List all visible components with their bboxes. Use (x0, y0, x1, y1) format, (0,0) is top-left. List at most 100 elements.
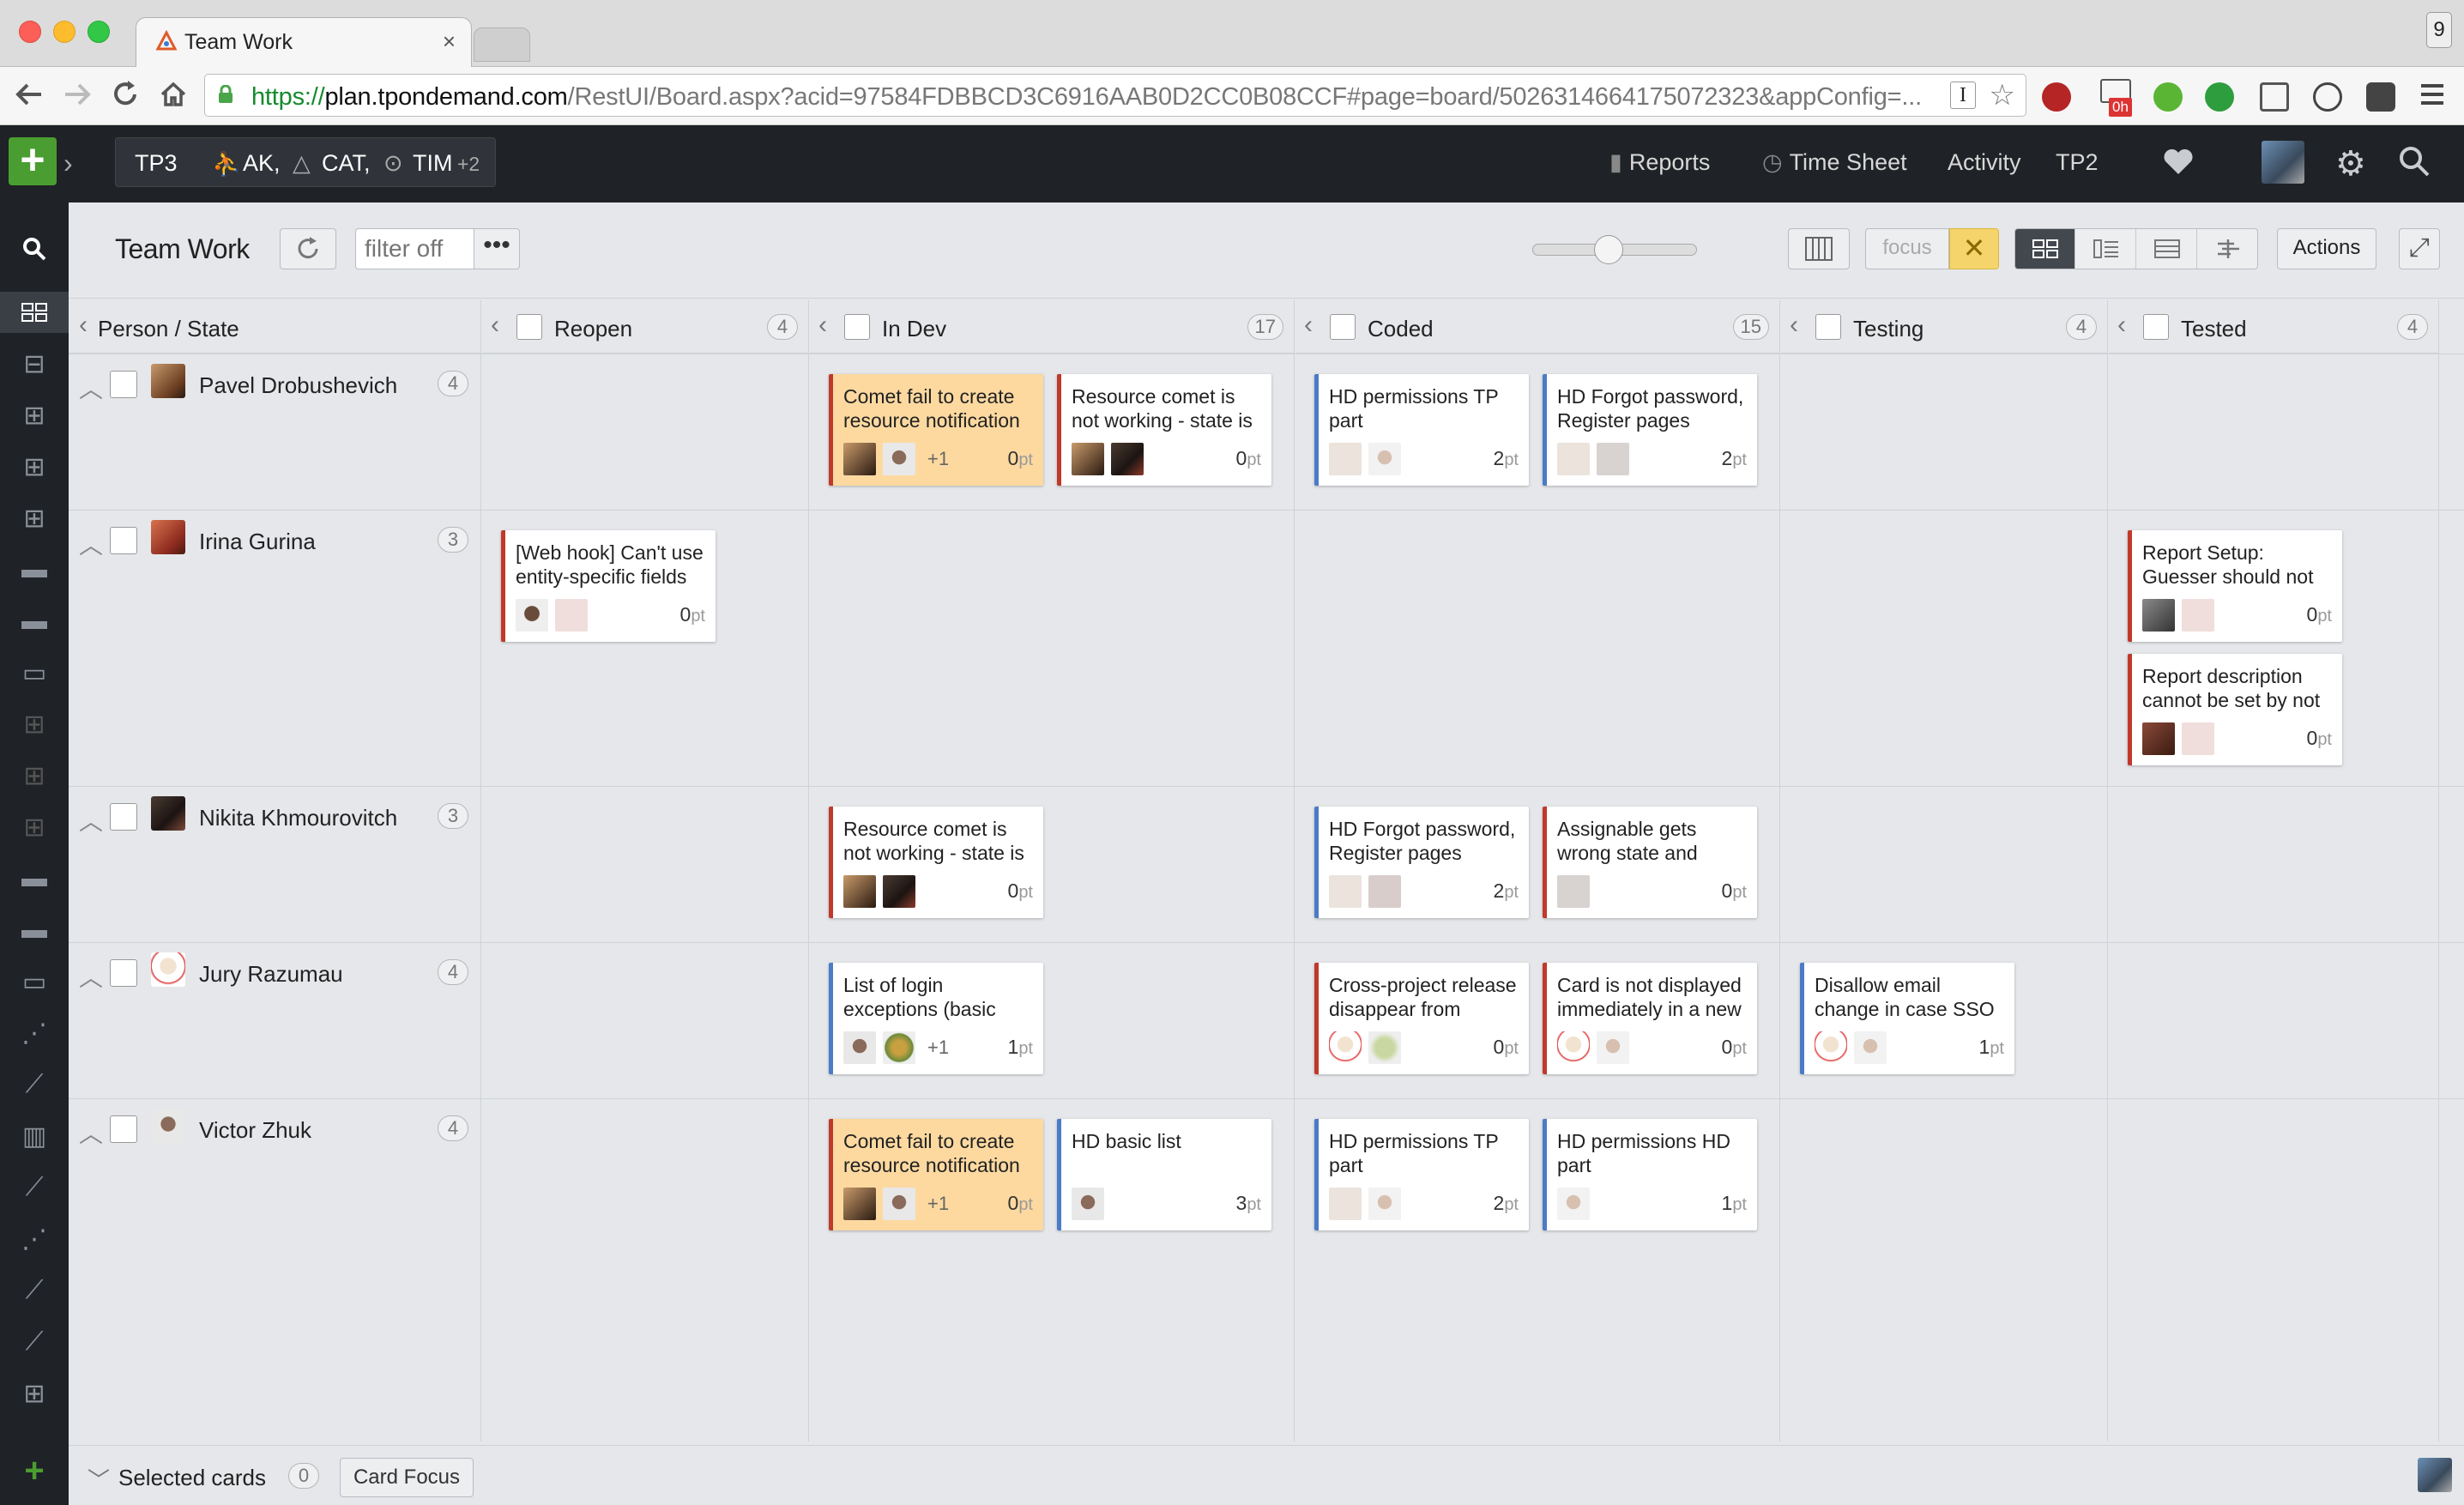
tab-close-icon[interactable]: × (443, 28, 456, 55)
settings-gear-icon[interactable]: ⚙ (2335, 144, 2366, 184)
row-select-checkbox[interactable] (110, 371, 137, 398)
board-view-icon[interactable] (0, 292, 69, 333)
collapse-row-icon[interactable]: ︿ (79, 803, 103, 837)
card[interactable]: Card is not displayed immediately in a n… (1543, 963, 1757, 1074)
column-select-checkbox[interactable] (844, 314, 870, 340)
row-select-checkbox[interactable] (110, 959, 137, 987)
card[interactable]: Resource comet is not working - state is… (829, 807, 1043, 918)
focus-button[interactable]: focus (1865, 228, 1949, 269)
nav-activity[interactable]: Activity (1948, 149, 2021, 176)
card[interactable]: Disallow email change in case SSO is 1pt (1800, 963, 2014, 1074)
card[interactable]: HD permissions TP part 2pt (1314, 374, 1529, 486)
column-header-coded[interactable]: ‹ Coded 15 (1295, 300, 1779, 354)
collapse-column-icon[interactable]: ‹ (491, 311, 499, 340)
card[interactable]: Comet fail to create resource notificati… (829, 1119, 1043, 1230)
folder-4-icon[interactable]: ▬ (14, 910, 55, 951)
hangouts-extension-icon[interactable] (2205, 82, 2234, 112)
folder-2-icon[interactable]: ▬ (14, 601, 55, 642)
row-select-checkbox[interactable] (110, 803, 137, 831)
row-select-checkbox[interactable] (110, 1115, 137, 1143)
collapse-row-icon[interactable]: ︿ (79, 527, 103, 561)
scatter-report-icon[interactable]: ⋰ (14, 1012, 55, 1054)
board-view-7-icon[interactable]: ⊞ (14, 1373, 55, 1414)
card[interactable]: Cross-project release disappear from 0pt (1314, 963, 1529, 1074)
clear-focus-button[interactable]: ✕ (1949, 228, 1999, 269)
refresh-button[interactable] (280, 228, 336, 269)
line-report-2-icon[interactable]: ⟋ (14, 1167, 55, 1208)
new-tab-button[interactable] (474, 27, 530, 62)
card[interactable]: [Web hook] Can't use entity-specific fie… (501, 530, 716, 642)
home-icon[interactable] (158, 77, 189, 112)
collapse-column-icon[interactable]: ‹ (2117, 311, 2126, 340)
folder-open-icon[interactable]: ▭ (14, 652, 55, 693)
column-header-in-dev[interactable]: ‹ In Dev 17 (810, 300, 1294, 354)
address-bar[interactable]: https://plan.tpondemand.com/RestUI/Board… (204, 74, 2026, 117)
column-select-checkbox[interactable] (516, 314, 542, 340)
board-view-2-icon[interactable]: ⊞ (14, 395, 55, 436)
folder-open-2-icon[interactable]: ▭ (14, 961, 55, 1002)
board-view-4-icon[interactable]: ⊞ (14, 704, 55, 745)
column-select-checkbox[interactable] (1330, 314, 1356, 340)
menu-icon[interactable] (2419, 79, 2445, 110)
card[interactable]: Comet fail to create resource notificati… (829, 374, 1043, 486)
row-select-checkbox[interactable] (110, 527, 137, 554)
board-view-3-icon[interactable]: ⊞ (14, 498, 55, 539)
expand-selection-icon[interactable]: ﹀ (88, 1463, 110, 1495)
detailed-list-mode-button[interactable] (2076, 229, 2136, 269)
zoom-window-button[interactable] (88, 21, 110, 43)
actions-button[interactable]: Actions (2277, 228, 2376, 269)
search-icon[interactable] (14, 228, 55, 269)
line-report-3-icon[interactable]: ⟋ (14, 1270, 55, 1311)
nav-tp2[interactable]: TP2 (2056, 149, 2099, 176)
card[interactable]: Assignable gets wrong state and 0pt (1543, 807, 1757, 918)
timeline-view-icon[interactable]: ⊟ (14, 343, 55, 384)
column-header-testing[interactable]: ‹ Testing 4 (1781, 300, 2107, 354)
timeline-mode-button[interactable] (2198, 229, 2257, 269)
fullscreen-icon[interactable]: ⤢ (2399, 228, 2440, 269)
collapse-column-icon[interactable]: ‹ (1790, 311, 1798, 340)
collapse-column-icon[interactable]: ‹ (818, 311, 827, 340)
expand-sidebar-icon[interactable]: › (63, 148, 73, 179)
favorites-heart-icon[interactable] (2162, 146, 2195, 177)
folder-3-icon[interactable]: ▬ (14, 858, 55, 899)
column-select-checkbox[interactable] (2143, 314, 2169, 340)
reload-icon[interactable] (110, 77, 141, 112)
minimize-window-button[interactable] (53, 21, 75, 43)
screenshot-extension-icon[interactable] (2260, 82, 2289, 112)
info-extension-icon[interactable] (2313, 82, 2342, 112)
collapse-axis-icon[interactable]: ‹ (79, 311, 88, 340)
back-icon[interactable] (14, 77, 45, 112)
list-mode-button[interactable] (2137, 229, 2197, 269)
scatter-report-2-icon[interactable]: ⋰ (14, 1218, 55, 1260)
nav-timesheet[interactable]: ◷ Time Sheet (1762, 149, 1907, 176)
close-window-button[interactable] (19, 21, 41, 43)
card[interactable]: Report Setup: Guesser should not 0pt (2128, 530, 2342, 642)
card-focus-button[interactable]: Card Focus (340, 1458, 474, 1497)
pocket-extension-icon[interactable] (2366, 82, 2395, 112)
user-avatar[interactable] (2262, 141, 2304, 184)
card[interactable]: Report description cannot be set by not … (2128, 654, 2342, 765)
column-header-reopen[interactable]: ‹ Reopen 4 (482, 300, 808, 354)
reader-icon[interactable]: I (1950, 82, 1976, 109)
card[interactable]: HD permissions HD part 1pt (1543, 1119, 1757, 1230)
collapse-row-icon[interactable]: ︿ (79, 1115, 103, 1150)
folder-icon[interactable]: ▬ (14, 549, 55, 590)
global-search-icon[interactable] (2397, 144, 2431, 178)
forward-icon[interactable] (62, 77, 93, 112)
collapse-column-icon[interactable]: ‹ (1304, 311, 1313, 340)
card[interactable]: HD basic list 3pt (1057, 1119, 1271, 1230)
bookmark-star-icon[interactable]: ☆ (1990, 78, 2015, 112)
filter-input[interactable] (355, 228, 474, 269)
column-select-checkbox[interactable] (1815, 314, 1841, 340)
column-header-tested[interactable]: ‹ Tested 4 (2109, 300, 2438, 354)
context-selector[interactable]: TP3 ⛹ AK, △ CAT, ⊙ TIM +2 (115, 137, 496, 187)
bar-report-icon[interactable]: ▥ (14, 1115, 55, 1157)
board-mode-button[interactable] (2015, 229, 2075, 269)
card[interactable]: HD Forgot password, Register pages 2pt (1314, 807, 1529, 918)
avatar[interactable] (2418, 1458, 2452, 1492)
add-view-icon[interactable]: + (14, 1450, 55, 1491)
board-view-6-icon[interactable]: ⊞ (14, 807, 55, 848)
nav-reports[interactable]: ▮ Reports (1609, 149, 1710, 176)
zoom-slider-handle[interactable] (1594, 235, 1623, 264)
line-report-4-icon[interactable]: ⟋ (14, 1321, 55, 1363)
